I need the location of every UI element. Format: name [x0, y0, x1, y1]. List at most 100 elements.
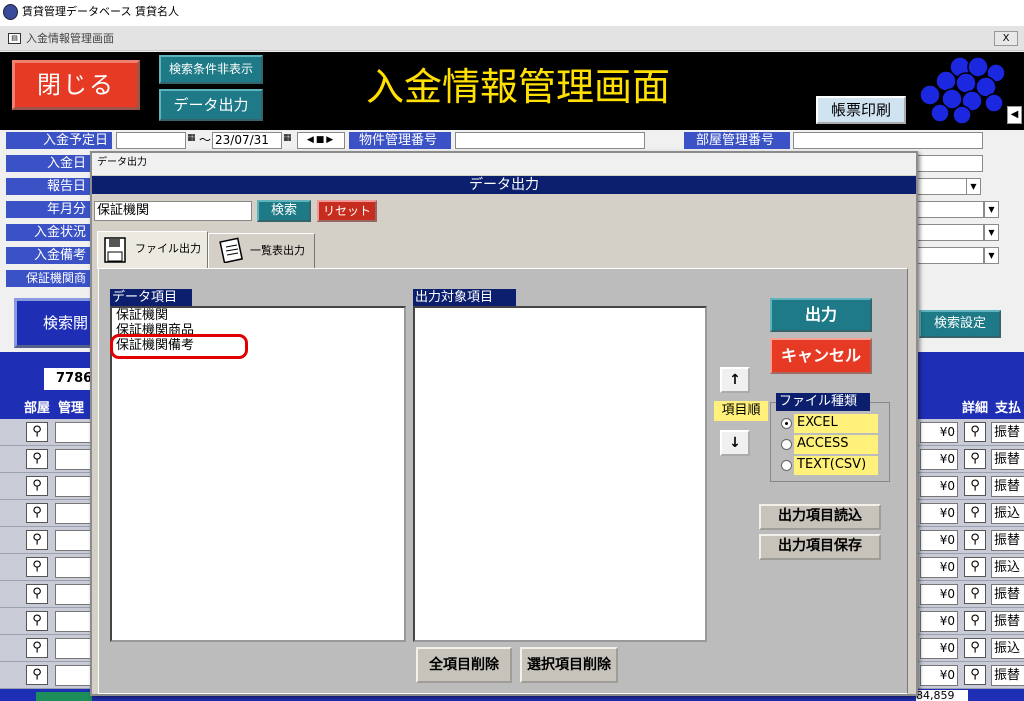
file-type-option[interactable]: EXCEL: [794, 414, 878, 433]
right-filter-field[interactable]: [916, 201, 984, 218]
calendar-icon[interactable]: ▦: [187, 133, 197, 148]
dialog-reset-button[interactable]: リセット: [317, 200, 377, 222]
load-output-items-button[interactable]: 出力項目読込: [759, 504, 881, 530]
amount-cell: ¥0: [920, 530, 958, 551]
amount-cell: ¥0: [920, 611, 958, 632]
table-cell[interactable]: [55, 449, 91, 470]
file-type-option[interactable]: TEXT(CSV): [794, 456, 878, 475]
right-filter-field[interactable]: [916, 224, 984, 241]
scheduled-date-from-field[interactable]: [116, 132, 186, 149]
table-cell[interactable]: [55, 584, 91, 605]
magnifier-icon[interactable]: ⚲: [964, 449, 986, 469]
payment-method-cell: 振替: [991, 584, 1024, 605]
magnifier-icon[interactable]: ⚲: [26, 422, 48, 442]
radio-text-csv[interactable]: [781, 460, 792, 471]
report-date-label: 報告日: [6, 178, 90, 195]
output-items-header: 出力対象項目: [413, 289, 516, 306]
brand-logo-icon: [919, 56, 1005, 125]
magnifier-icon[interactable]: ⚲: [26, 476, 48, 496]
magnifier-icon[interactable]: ⚲: [964, 557, 986, 577]
table-cell[interactable]: [55, 638, 91, 659]
magnifier-icon[interactable]: ⚲: [964, 530, 986, 550]
right-filter-field[interactable]: [916, 178, 968, 195]
table-cell[interactable]: [55, 476, 91, 497]
magnifier-icon[interactable]: ⚲: [26, 665, 48, 685]
grand-total: 84,859: [916, 690, 968, 701]
toggle-filter-button[interactable]: 検索条件非表示: [159, 55, 263, 84]
app-logo-icon: [3, 4, 18, 20]
payment-method-cell: 振替: [991, 476, 1024, 497]
dialog-title: データ出力: [97, 157, 147, 168]
tab-label: 一覧表出力: [250, 244, 305, 257]
magnifier-icon[interactable]: ⚲: [26, 503, 48, 523]
calendar-icon[interactable]: ▦: [283, 133, 293, 148]
radio-excel[interactable]: [781, 418, 792, 429]
dialog-title-bar: データ出力: [92, 153, 916, 175]
output-items-list[interactable]: [413, 306, 707, 642]
room-no-field[interactable]: [793, 132, 983, 149]
output-button[interactable]: 出力: [770, 298, 872, 332]
magnifier-icon[interactable]: ⚲: [964, 476, 986, 496]
search-button[interactable]: 検索開: [14, 298, 94, 348]
payment-method-cell: 振替: [991, 530, 1024, 551]
magnifier-icon[interactable]: ⚲: [26, 530, 48, 550]
magnifier-icon[interactable]: ⚲: [964, 611, 986, 631]
highlight-annotation: [110, 334, 248, 359]
tab-label: ファイル出力: [135, 242, 201, 255]
dropdown-arrow-icon[interactable]: ▼: [984, 201, 999, 218]
amount-cell: ¥0: [920, 665, 958, 686]
table-cell[interactable]: [55, 557, 91, 578]
dialog-search-input[interactable]: 保証機関: [94, 201, 252, 221]
dialog-search-button[interactable]: 検索: [257, 200, 311, 222]
move-down-button[interactable]: ↓: [720, 430, 750, 456]
app-title-bar: 賃貸管理データベース 賃貸名人: [0, 0, 1024, 26]
data-items-header: データ項目: [110, 289, 192, 306]
scroll-left-button[interactable]: ◀: [1007, 106, 1022, 124]
file-type-option[interactable]: ACCESS: [794, 435, 878, 454]
dropdown-arrow-icon[interactable]: ▼: [984, 224, 999, 241]
dropdown-arrow-icon[interactable]: ▼: [984, 247, 999, 264]
record-count: 7786: [44, 368, 94, 390]
property-no-field[interactable]: [455, 132, 645, 149]
search-settings-button[interactable]: 検索設定: [919, 310, 1001, 338]
list-item[interactable]: 保証機関: [112, 308, 404, 323]
table-cell[interactable]: [55, 503, 91, 524]
cancel-button[interactable]: キャンセル: [770, 338, 872, 374]
save-output-items-button[interactable]: 出力項目保存: [759, 534, 881, 560]
magnifier-icon[interactable]: ⚲: [26, 584, 48, 604]
magnifier-icon[interactable]: ⚲: [26, 638, 48, 658]
column-header-mgmt: 管理: [58, 400, 85, 418]
close-button[interactable]: 閉じる: [12, 60, 140, 110]
move-up-button[interactable]: ↑: [720, 367, 750, 393]
magnifier-icon[interactable]: ⚲: [26, 611, 48, 631]
window-close-button[interactable]: X: [994, 31, 1018, 46]
magnifier-icon[interactable]: ⚲: [26, 557, 48, 577]
tab-list-output[interactable]: 一覧表出力: [208, 233, 315, 269]
magnifier-icon[interactable]: ⚲: [964, 665, 986, 685]
right-filter-field[interactable]: [916, 247, 984, 264]
table-cell[interactable]: [55, 530, 91, 551]
column-header-detail: 詳細: [962, 400, 989, 418]
right-filter-field[interactable]: [916, 155, 983, 172]
magnifier-icon[interactable]: ⚲: [964, 638, 986, 658]
table-cell[interactable]: [55, 665, 91, 686]
print-report-button[interactable]: 帳票印刷: [816, 96, 906, 124]
delete-all-items-button[interactable]: 全項目削除: [416, 647, 512, 683]
footer-button[interactable]: [36, 692, 92, 701]
data-output-button[interactable]: データ出力: [159, 89, 263, 121]
amount-cell: ¥0: [920, 449, 958, 470]
delete-selected-items-button[interactable]: 選択項目削除: [520, 647, 618, 683]
magnifier-icon[interactable]: ⚲: [26, 449, 48, 469]
dropdown-arrow-icon[interactable]: ▼: [966, 178, 981, 195]
radio-access[interactable]: [781, 439, 792, 450]
magnifier-icon[interactable]: ⚲: [964, 584, 986, 604]
date-nav-buttons[interactable]: ◀■▶: [297, 132, 345, 149]
app-title: 賃貸管理データベース 賃貸名人: [22, 5, 179, 18]
tab-file-output[interactable]: ファイル出力: [97, 231, 208, 269]
table-cell[interactable]: [55, 611, 91, 632]
magnifier-icon[interactable]: ⚲: [964, 503, 986, 523]
magnifier-icon[interactable]: ⚲: [964, 422, 986, 442]
table-cell[interactable]: [55, 422, 91, 443]
notebook-icon: [219, 237, 243, 263]
scheduled-date-to-field[interactable]: 23/07/31: [212, 132, 282, 149]
